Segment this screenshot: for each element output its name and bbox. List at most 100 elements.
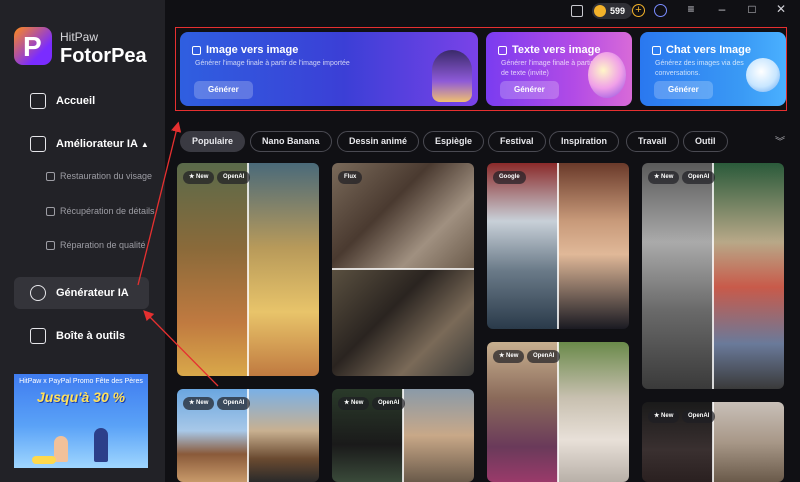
after-image — [332, 269, 474, 376]
detail-icon — [46, 207, 55, 216]
chat-icon — [652, 45, 661, 55]
nav-home[interactable]: Accueil — [14, 85, 95, 117]
before-image — [642, 163, 713, 389]
gallery-card[interactable]: ★ New OpenAI — [177, 163, 319, 376]
banner-image-to-image[interactable]: Image vers image Générer l'image finale … — [180, 32, 478, 106]
gallery-card[interactable]: ★ New OpenAI — [642, 402, 784, 482]
banner-description: Générez des images via des conversations… — [655, 60, 744, 77]
tag-badge: ★ New — [648, 171, 680, 184]
banner-title: Texte vers image — [498, 44, 600, 56]
tag-badge: OpenAI — [527, 350, 561, 363]
tab-populaire[interactable]: Populaire — [180, 131, 246, 152]
sub-item-face-restore[interactable]: Restauration du visage — [46, 170, 156, 182]
nav-toolbox[interactable]: Boîte à outils — [14, 320, 125, 352]
minimize-icon[interactable]: – — [715, 2, 729, 16]
nav-home-label: Accueil — [56, 95, 96, 107]
image-enhance-icon — [30, 136, 46, 152]
sub-item-label: Réparation de qualité — [60, 240, 146, 250]
user-icon[interactable] — [654, 4, 667, 17]
gallery-card[interactable]: ★ New OpenAI — [332, 389, 474, 482]
tag-badge: ★ New — [493, 350, 525, 363]
gallery-card[interactable]: ★ New OpenAI — [177, 389, 319, 482]
tag-badge: Google — [493, 171, 526, 184]
nav-enhancer-label: Améliorateur IA — [56, 138, 138, 150]
tag-badge: OpenAI — [217, 171, 251, 184]
tab-nano-banana[interactable]: Nano Banana — [250, 131, 332, 152]
promo-figure — [54, 436, 68, 462]
nav-enhancer[interactable]: Améliorateur IA ▲ — [14, 128, 149, 160]
gallery-card[interactable]: Google — [487, 163, 629, 329]
tag-badge: Flux — [338, 171, 363, 184]
nav-generator-label: Générateur IA — [56, 287, 129, 299]
banner-mascot — [432, 50, 472, 102]
sub-item-label: Récupération de détails — [60, 206, 155, 216]
banner-title: Chat vers Image — [652, 44, 751, 56]
sidebar: P HitPaw FotorPea Accueil Améliorateur I… — [0, 0, 165, 482]
maximize-icon[interactable]: □ — [745, 2, 759, 16]
close-icon[interactable]: ✕ — [774, 2, 788, 16]
tag-badge: ★ New — [183, 171, 215, 184]
add-credits-icon[interactable]: + — [632, 4, 645, 17]
before-image — [487, 342, 558, 482]
tab-espiegle[interactable]: Espiègle — [423, 131, 485, 152]
compare-divider[interactable] — [712, 163, 714, 389]
after-image — [248, 163, 319, 376]
repair-icon — [46, 241, 55, 250]
tag-badge: ★ New — [648, 410, 680, 423]
chevron-up-icon: ▲ — [140, 139, 149, 149]
after-image — [558, 163, 629, 329]
compare-divider[interactable] — [247, 163, 249, 376]
before-image — [177, 163, 248, 376]
after-image — [248, 389, 319, 482]
before-image — [487, 163, 558, 329]
generate-button[interactable]: Générer — [194, 81, 253, 99]
brand-name: FotorPea — [60, 45, 147, 67]
banner-description: Générer l'image finale à partir de texte… — [501, 60, 593, 77]
credits-count: 599 — [610, 6, 626, 16]
tab-dessin-anime[interactable]: Dessin animé — [337, 131, 420, 152]
after-image — [713, 163, 784, 389]
promo-banner[interactable]: HitPaw x PayPal Promo Fête des Pères Jus… — [14, 374, 148, 468]
chevron-down-icon[interactable]: ︾ — [775, 133, 785, 148]
tag-badge: ★ New — [338, 397, 370, 410]
brand-top: HitPaw — [60, 30, 99, 44]
generate-button[interactable]: Générer — [500, 81, 559, 99]
compare-divider[interactable] — [332, 268, 474, 270]
promo-headline: Jusqu'à 30 % — [36, 389, 126, 405]
compare-divider[interactable] — [557, 163, 559, 329]
menu-icon[interactable]: ≡ — [684, 2, 698, 16]
gallery-card[interactable]: Flux — [332, 163, 474, 376]
banner-chat-to-image[interactable]: Chat vers Image Générez des images via d… — [640, 32, 786, 106]
home-icon — [30, 93, 46, 109]
promo-figure — [94, 428, 108, 462]
compare-divider[interactable] — [557, 342, 559, 482]
tag-badge: OpenAI — [372, 397, 406, 410]
tab-outil[interactable]: Outil — [683, 131, 728, 152]
tag-badge: OpenAI — [682, 410, 716, 423]
text-icon — [498, 45, 507, 55]
promo-gift — [32, 456, 56, 464]
after-image — [558, 342, 629, 482]
nav-generator[interactable]: Générateur IA — [14, 277, 149, 309]
coin-icon — [594, 5, 606, 17]
gallery-card[interactable]: ★ New OpenAI — [487, 342, 629, 482]
generate-button[interactable]: Générer — [654, 81, 713, 99]
toolbox-icon — [30, 328, 46, 344]
sub-item-quality-repair[interactable]: Réparation de qualité — [46, 239, 156, 251]
sub-item-label: Restauration du visage — [60, 171, 153, 181]
tab-festival[interactable]: Festival — [488, 131, 546, 152]
tab-travail[interactable]: Travail — [626, 131, 679, 152]
tag-badge: OpenAI — [217, 397, 251, 410]
banner-mascot — [588, 52, 626, 98]
gallery-card[interactable]: ★ New OpenAI — [642, 163, 784, 389]
sub-item-detail-recovery[interactable]: Récupération de détails — [46, 205, 156, 217]
credits-badge[interactable]: 599 — [592, 3, 633, 19]
app-window: P HitPaw FotorPea Accueil Améliorateur I… — [0, 0, 800, 482]
banner-text-to-image[interactable]: Texte vers image Générer l'image finale … — [486, 32, 632, 106]
screenshot-icon[interactable] — [571, 5, 583, 17]
promo-subtitle: HitPaw x PayPal Promo Fête des Pères — [19, 378, 143, 385]
tab-inspiration[interactable]: Inspiration — [549, 131, 620, 152]
image-icon — [192, 45, 201, 55]
tag-badge: ★ New — [183, 397, 215, 410]
after-image — [403, 389, 474, 482]
